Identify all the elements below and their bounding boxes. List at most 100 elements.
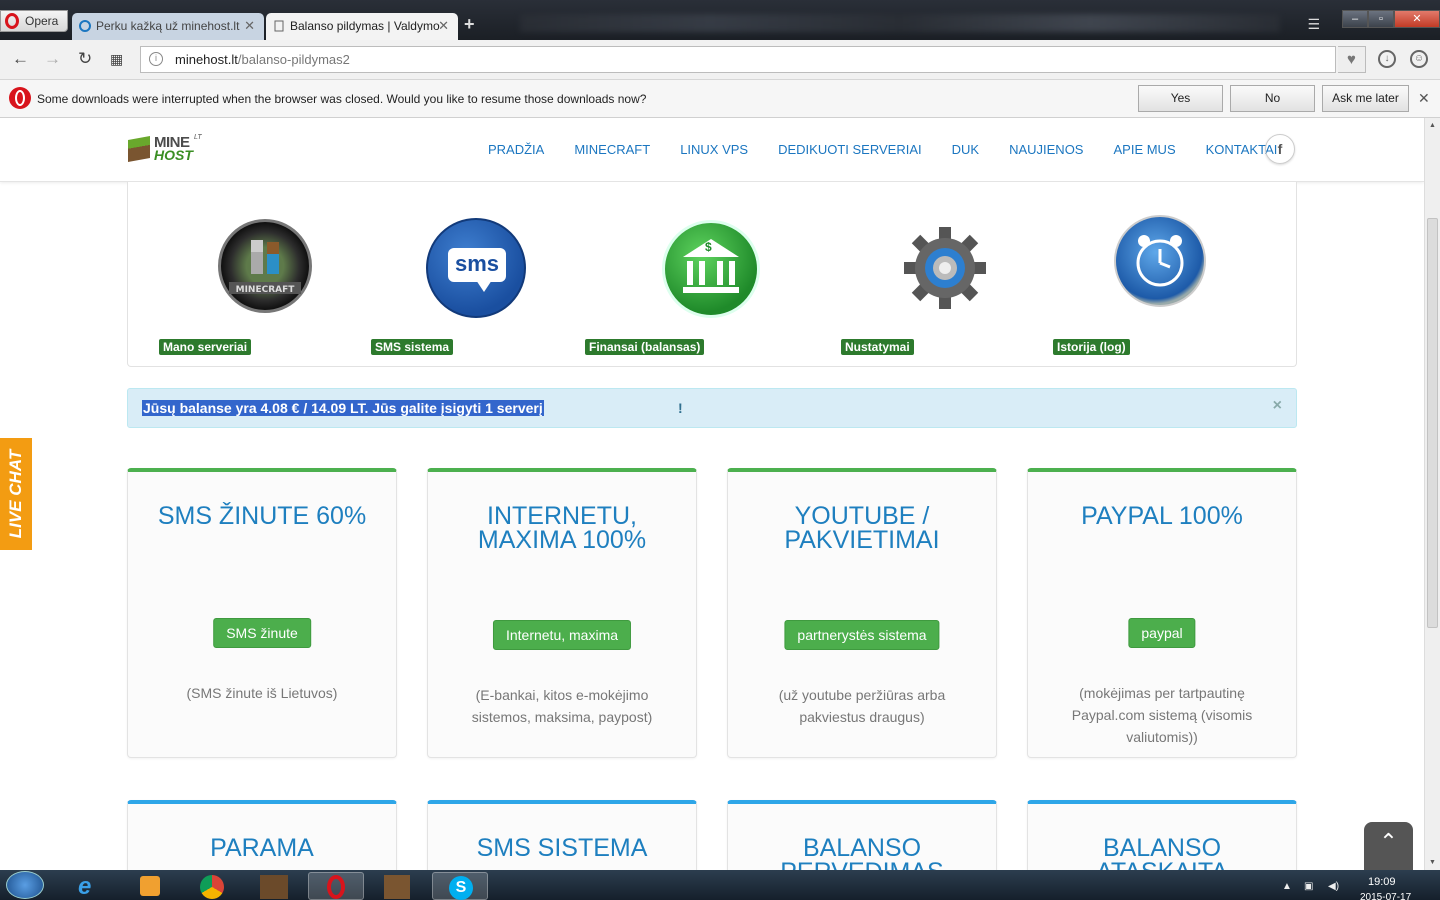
opera-menu-label: Opera <box>25 14 59 28</box>
url-domain: minehost.lt <box>175 52 238 67</box>
game-app-icon[interactable] <box>246 872 302 900</box>
card-description: (SMS žinute iš Lietuvos) <box>186 685 338 701</box>
minecraft-launcher-icon[interactable] <box>370 872 426 900</box>
tab-balanso[interactable]: Balanso pildymas | Valdymo ✕ <box>266 13 458 40</box>
minecraft-figure-icon: MINECRAFT <box>229 240 301 295</box>
notification-close-icon[interactable]: ✕ <box>1418 90 1430 107</box>
card-title: SMS SISTEMA <box>476 834 648 862</box>
clock-time[interactable]: 19:09 <box>1368 876 1396 888</box>
download-icon[interactable]: ↓ <box>1378 50 1396 68</box>
card-sms-sistema: SMS SISTEMA <box>427 800 697 870</box>
live-chat-tab[interactable]: LIVE CHAT <box>0 438 32 550</box>
nav-item-minecraft[interactable]: MINECRAFT <box>574 142 650 157</box>
minehost-logo[interactable]: MINE HOST LT <box>128 134 208 164</box>
card-description: (už youtube peržiūras arba pakviestus dr… <box>778 687 946 725</box>
card-title: PARAMA <box>210 834 314 862</box>
nav-item-duk[interactable]: DUK <box>952 142 979 157</box>
icon-label-finansai[interactable]: Finansai (balansas) <box>585 339 705 355</box>
reload-icon[interactable]: ↻ <box>78 49 92 69</box>
page-scrollbar[interactable]: ▲ ▼ <box>1424 118 1440 870</box>
clock-date[interactable]: 2015-07-17 <box>1360 892 1411 900</box>
speed-dial-icon[interactable]: ▦ <box>110 51 123 68</box>
card-title: PAYPAL 100% <box>1081 502 1243 530</box>
card-balanso-ataskaita: BALANSO ATASKAITA <box>1027 800 1297 870</box>
facebook-icon[interactable]: f <box>1265 134 1295 164</box>
clock-icon[interactable] <box>1114 215 1206 307</box>
card-title: BALANSO PERVEDIMAS <box>780 834 943 871</box>
minecraft-icon[interactable]: MINECRAFT <box>218 219 312 313</box>
bank-icon[interactable]: $ <box>662 220 760 318</box>
sms-bubble-tail <box>476 280 492 292</box>
site-info-icon[interactable]: i <box>149 52 163 66</box>
nav-item-naujienos[interactable]: NAUJIENOS <box>1009 142 1083 157</box>
sms-bubble: sms <box>448 248 506 282</box>
tab-title: Perku kažką už minehost.lt <box>96 19 240 33</box>
internetu-maxima-button[interactable]: Internetu, maxima <box>492 620 632 650</box>
gear-shape-icon <box>904 227 986 309</box>
back-icon[interactable]: ← <box>12 49 29 69</box>
svg-text:MINECRAFT: MINECRAFT <box>236 285 296 295</box>
balance-alert: Jūsų balanse yra 4.08 € / 14.09 LT. Jūs … <box>127 388 1297 428</box>
internet-explorer-icon[interactable]: e <box>62 872 118 900</box>
forward-icon[interactable]: → <box>44 49 61 69</box>
no-button[interactable]: No <box>1230 85 1315 112</box>
scroll-up-icon[interactable]: ▲ <box>1429 122 1436 129</box>
card-title: YOUTUBE / PAKVIETIMAI <box>784 502 940 554</box>
ask-later-button[interactable]: Ask me later <box>1322 85 1409 112</box>
tray-expand-icon[interactable]: ▲ <box>1282 881 1292 892</box>
scrollbar-thumb[interactable] <box>1427 218 1438 628</box>
alert-close-icon[interactable]: × <box>1273 397 1282 415</box>
icon-label-istorija[interactable]: Istorija (log) <box>1053 339 1130 355</box>
tab-close-icon[interactable]: ✕ <box>438 18 449 34</box>
logo-text-lt: LT <box>194 134 202 141</box>
card-balanso-pervedimas: BALANSO PERVEDIMAS <box>727 800 997 870</box>
account-icon[interactable]: ☺ <box>1410 50 1428 68</box>
card-title: INTERNETU, MAXIMA 100% <box>477 502 647 554</box>
skype-icon[interactable]: S <box>432 872 488 900</box>
opera-taskbar-icon[interactable] <box>308 872 364 900</box>
start-button-icon[interactable] <box>6 871 44 899</box>
nav-item-apie-mus[interactable]: APIE MUS <box>1113 142 1175 157</box>
card-description: (mokėjimas per tartpautinę Paypal.com si… <box>1071 685 1253 745</box>
icon-label-sms-sistema[interactable]: SMS sistema <box>371 339 454 355</box>
windows-taskbar: e S ▲ ▣ ◀) 19:09 2015-07-17 <box>0 870 1440 900</box>
tab-menu-icon[interactable]: ☰ <box>1307 16 1320 33</box>
bookmark-heart-icon[interactable]: ♥ <box>1338 46 1366 73</box>
bank-building-icon <box>683 239 739 293</box>
tab-perku[interactable]: Perku kažką už minehost.lt ✕ <box>72 13 264 40</box>
back-to-top-button[interactable]: ⌃ <box>1364 822 1413 870</box>
icon-label-nustatymai[interactable]: Nustatymai <box>841 339 914 355</box>
card-title: BALANSO ATASKAITA <box>1096 834 1228 871</box>
scroll-down-icon[interactable]: ▼ <box>1429 859 1436 866</box>
balance-text-selected: Jūsų balanse yra 4.08 € / 14.09 LT. Jūs … <box>142 400 544 416</box>
address-field[interactable]: i minehost.lt/balanso-pildymas2 <box>140 46 1336 73</box>
logo-text-host: HOST <box>154 147 193 163</box>
card-internetu-maxima: INTERNETU, MAXIMA 100% Internetu, maxima… <box>427 468 697 758</box>
browser-tab-bar: Opera Perku kažką už minehost.lt ✕ Balan… <box>0 0 1440 40</box>
network-icon[interactable]: ▣ <box>1304 881 1313 892</box>
sms-zinute-button[interactable]: SMS žinute <box>213 618 311 648</box>
sms-glyph: sms <box>454 251 500 276</box>
volume-icon[interactable]: ◀) <box>1328 881 1339 892</box>
maximize-icon[interactable]: ▫ <box>1368 10 1394 28</box>
sms-icon[interactable]: sms <box>426 218 526 318</box>
blurred-bookmarks <box>520 14 1280 32</box>
nav-item-dedikuoti[interactable]: DEDIKUOTI SERVERIAI <box>778 142 922 157</box>
nav-item-pradzia[interactable]: PRADŽIA <box>488 142 544 157</box>
gear-icon[interactable] <box>902 225 988 311</box>
new-tab-icon[interactable]: + <box>464 14 475 35</box>
close-window-icon[interactable]: ✕ <box>1394 10 1440 28</box>
alarm-clock-icon <box>1136 235 1184 287</box>
tab-close-icon[interactable]: ✕ <box>244 18 255 34</box>
yes-button[interactable]: Yes <box>1138 85 1223 112</box>
icon-label-mano-serveriai[interactable]: Mano serveriai <box>159 339 252 355</box>
opera-menu-button[interactable]: Opera <box>0 10 68 32</box>
minimize-icon[interactable]: – <box>1342 10 1368 28</box>
nav-item-linux-vps[interactable]: LINUX VPS <box>680 142 748 157</box>
paypal-button[interactable]: paypal <box>1128 618 1196 648</box>
page-favicon-icon <box>274 20 284 32</box>
site-favicon-icon <box>79 20 91 32</box>
chrome-icon[interactable] <box>184 872 240 900</box>
media-player-icon[interactable] <box>122 872 178 900</box>
partnerystes-sistema-button[interactable]: partnerystės sistema <box>784 620 940 650</box>
